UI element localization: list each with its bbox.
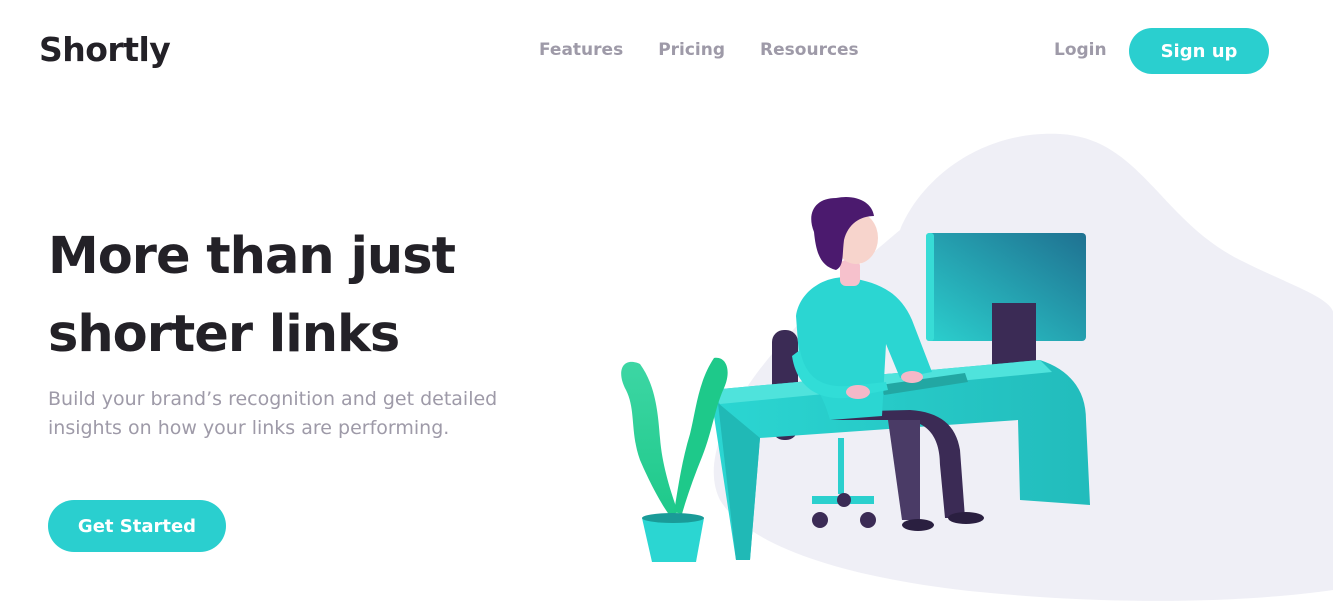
- nav-item-pricing[interactable]: Pricing: [658, 40, 725, 60]
- hero-subtitle: Build your brand’s recognition and get d…: [48, 385, 518, 443]
- landing-page: Shortly Features Pricing Resources Login…: [0, 0, 1333, 602]
- monitor-edge: [926, 233, 934, 341]
- person-working-illustration: [621, 133, 1333, 601]
- person-shoe-left: [902, 519, 934, 531]
- hero-title-line-2: shorter links: [48, 305, 400, 364]
- brand-logo[interactable]: Shortly: [39, 30, 171, 69]
- chair-wheel-3: [837, 493, 851, 507]
- main-nav: Features Pricing Resources: [539, 40, 894, 60]
- hero-subtitle-line-2: insights on how your links are performin…: [48, 417, 450, 439]
- person-hand-right: [901, 371, 923, 383]
- hero-title-line-1: More than just: [48, 227, 456, 286]
- nav-item-features[interactable]: Features: [539, 40, 623, 60]
- chair-wheel-2: [860, 512, 876, 528]
- person-hand-left: [846, 385, 870, 399]
- plant-leaf-1: [621, 361, 678, 516]
- plant-pot: [642, 518, 704, 562]
- hero-title: More than just shorter links: [48, 218, 548, 374]
- hero-subtitle-line-1: Build your brand’s recognition and get d…: [48, 388, 498, 410]
- chair-stem: [838, 438, 844, 494]
- chair-wheel-1: [812, 512, 828, 528]
- login-link[interactable]: Login: [1054, 40, 1107, 60]
- signup-button[interactable]: Sign up: [1129, 28, 1269, 74]
- get-started-button[interactable]: Get Started: [48, 500, 226, 552]
- nav-item-resources[interactable]: Resources: [760, 40, 859, 60]
- plant-soil: [642, 513, 704, 523]
- person-shoe-right: [948, 512, 984, 524]
